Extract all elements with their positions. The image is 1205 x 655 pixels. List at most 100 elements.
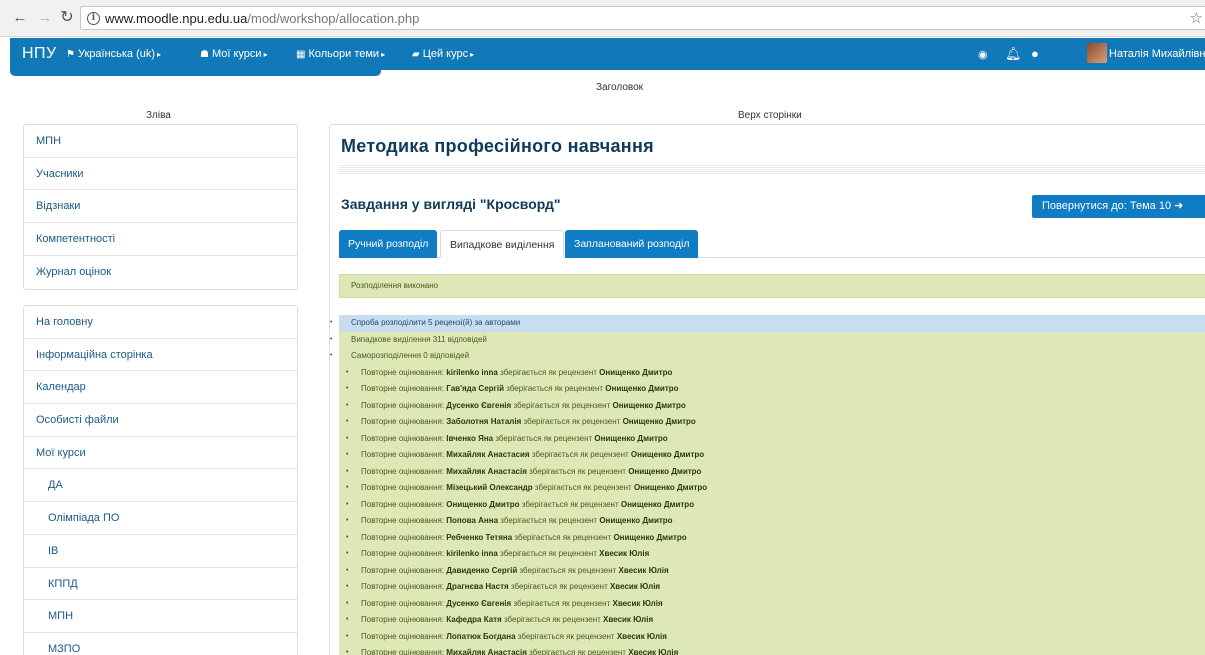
- sidebar-item-calendar[interactable]: Календар: [24, 371, 297, 405]
- log-entry-reviewer: Онищенко Дмитро: [628, 466, 702, 476]
- sidebar-item-info-page[interactable]: Інформаційна сторінка: [24, 339, 297, 372]
- bullet-icon: •: [346, 451, 349, 458]
- log-entry: • Повторне оцінювання: Мізецький Олександ…: [339, 480, 1205, 497]
- log-entry-prefix: Повторне оцінювання:: [361, 582, 445, 591]
- nav-my-courses-label: Мої курси: [211, 48, 262, 60]
- sidebar-item-course-iv[interactable]: ІВ: [24, 535, 297, 568]
- reload-icon[interactable]: ↻: [59, 9, 75, 27]
- log-entry-reviewer: Онищенко Дмитро: [630, 450, 705, 459]
- book-icon: ▰: [412, 49, 420, 60]
- log-line-attempt: • Спроба розподілити 5 рецензі(й) за авто…: [330, 315, 1205, 332]
- sidebar-item-course-da[interactable]: ДА: [24, 469, 297, 503]
- title-divider: [339, 165, 1205, 174]
- bullet-icon: •: [346, 649, 349, 655]
- log-entry-reviewer: Онищенко Дмитро: [605, 384, 679, 393]
- sidebar-item-my-courses[interactable]: Мої курси: [24, 437, 297, 470]
- tab-scheduled-allocation[interactable]: Запланований розподіл: [565, 230, 699, 258]
- back-to-topic-label: Повернутися до: Тема 10: [1042, 200, 1172, 212]
- nav-language-label: Українська (uk): [77, 48, 156, 60]
- log-entry-reviewer: Хвесик Юлія: [628, 648, 679, 655]
- sidebar-item-course-mpn[interactable]: МПН: [24, 600, 297, 633]
- forward-arrow-icon[interactable]: →: [37, 9, 53, 27]
- browser-toolbar: ← → ↻ i www.moodle.npu.edu.ua/mod/worksh…: [0, 0, 1205, 37]
- nav-this-course-menu[interactable]: ▰ Цей курс ▸: [412, 48, 474, 60]
- sidebar-item-course-mzpo[interactable]: МЗПО: [24, 633, 297, 655]
- navbar-tail: [10, 70, 381, 76]
- log-entry-author: Дусенко Євгенія: [446, 400, 512, 410]
- chat-bubble-icon[interactable]: ●: [1031, 46, 1039, 61]
- flag-icon: ⚑: [66, 49, 75, 60]
- avatar[interactable]: [1087, 43, 1107, 63]
- graduation-cap-icon: ☗: [200, 49, 209, 60]
- log-line-self: • Саморозподілення 0 відповідей: [330, 348, 1205, 365]
- sidebar-item-course-olympiad[interactable]: Олімпіада ПО: [24, 502, 297, 535]
- log-entry: • Повторне оцінювання: Михайляк Анастасія…: [339, 645, 1205, 655]
- tab-random-allocation[interactable]: Випадкове виділення: [440, 230, 565, 258]
- log-entry-author: Івченко Яна: [446, 433, 494, 443]
- nav-my-courses-menu[interactable]: ☗ Мої курси ▸: [200, 48, 268, 60]
- log-entry-reviewer: Онищенко Дмитро: [633, 483, 708, 492]
- sidebar-item-mpn[interactable]: МПН: [24, 125, 297, 158]
- sidebar-item-home[interactable]: На головну: [24, 306, 297, 339]
- log-entry-author: Мізецький Олександр: [446, 483, 533, 492]
- back-arrow-icon[interactable]: ←: [12, 9, 28, 27]
- log-entry-middle: зберігається як рецензент: [513, 400, 611, 410]
- bullet-icon: •: [346, 368, 349, 376]
- sidebar-item-gradebook[interactable]: Журнал оцінок: [24, 256, 297, 289]
- log-entry-middle: зберігається як рецензент: [523, 417, 621, 426]
- region-top-label: Верх сторінки: [738, 110, 802, 121]
- url-text[interactable]: www.moodle.npu.edu.ua/mod/workshop/alloc…: [105, 11, 419, 26]
- log-entry-prefix: Повторне оцінювання:: [361, 565, 445, 575]
- info-icon[interactable]: i: [87, 12, 100, 25]
- nav-theme-colors-label: Кольори теми: [308, 48, 380, 60]
- log-entry-middle: зберігається як рецензент: [529, 466, 626, 476]
- log-entry-author: Михайляк Анастасія: [446, 466, 527, 476]
- log-entry: • Повторне оцінювання: Кафедра Катя збері…: [339, 612, 1205, 629]
- log-entry-prefix: Повторне оцінювання:: [361, 400, 445, 410]
- bookmark-star-icon[interactable]: ☆: [1190, 9, 1203, 27]
- log-entry-reviewer: Хвесик Юлія: [616, 631, 667, 641]
- bullet-icon: •: [346, 467, 349, 475]
- nav-language-menu[interactable]: ⚑ Українська (uk) ▸: [66, 48, 161, 60]
- sidebar-item-private-files[interactable]: Особисті файли: [24, 404, 297, 437]
- bullet-icon: •: [330, 335, 333, 343]
- tab-manual-allocation[interactable]: Ручний розподіл: [339, 230, 438, 258]
- log-entry-middle: зберігається як рецензент: [500, 516, 598, 525]
- address-bar[interactable]: i www.moodle.npu.edu.ua/mod/workshop/all…: [80, 6, 1205, 30]
- sidebar-item-competencies[interactable]: Компетентності: [24, 223, 297, 256]
- log-entry-reviewer: Хвесик Юлія: [599, 549, 650, 558]
- log-entry-middle: зберігається як рецензент: [513, 598, 611, 608]
- log-entry-reviewer: Онищенко Дмитро: [620, 499, 695, 509]
- log-entry: • Повторне оцінювання: Попова Анна зберіг…: [339, 513, 1205, 530]
- log-entry: • Повторне оцінювання: Давиденко Сергій з…: [339, 562, 1205, 579]
- user-menu[interactable]: Наталія Михайлівна▸: [1109, 48, 1205, 60]
- log-entry-prefix: Повторне оцінювання:: [361, 367, 445, 377]
- log-entry: • Повторне оцінювання: Ребченко Тетяна зб…: [339, 529, 1205, 546]
- top-navbar: НПУ ⚑ Українська (uk) ▸ ☗ Мої курси ▸ ▦ Кольо…: [10, 38, 1205, 70]
- log-entry-reviewer: Онищенко Дмитро: [613, 532, 687, 542]
- sidebar-item-course-kppd[interactable]: КППД: [24, 568, 297, 601]
- allocation-log: • Спроба розподілити 5 рецензі(й) за авто…: [330, 315, 1205, 655]
- site-navigation-block: На головну Інформаційна сторінка Календа…: [23, 305, 298, 655]
- log-entry-prefix: Повторне оцінювання:: [361, 483, 445, 492]
- log-entry-middle: зберігається як рецензент: [506, 384, 604, 393]
- log-entry-author: Драгнєва Настя: [446, 582, 509, 591]
- log-entry-author: Давиденко Сергій: [446, 565, 518, 575]
- sidebar-item-badges[interactable]: Відзнаки: [24, 190, 297, 224]
- sidebar-item-participants[interactable]: Учасники: [24, 158, 297, 191]
- settings-circle-icon[interactable]: ◉: [978, 48, 988, 61]
- nav-theme-colors-menu[interactable]: ▦ Кольори теми ▸: [296, 48, 385, 60]
- log-entry-middle: зберігається як рецензент: [517, 631, 615, 641]
- bullet-icon: •: [346, 583, 349, 590]
- log-entry-prefix: Повторне оцінювання:: [361, 516, 445, 525]
- brand-logo[interactable]: НПУ: [22, 45, 57, 63]
- log-entry-prefix: Повторне оцінювання:: [361, 433, 445, 443]
- log-entry-middle: зберігається як рецензент: [510, 582, 608, 591]
- log-entry: • Повторне оцінювання: Гав'яда Сергій збе…: [339, 381, 1205, 398]
- bell-icon[interactable]: 🔔︎: [1005, 46, 1022, 62]
- log-entry-middle: зберігається як рецензент: [519, 565, 617, 575]
- log-entry-reviewer: Хвесик Юлія: [603, 615, 654, 624]
- back-to-topic-button[interactable]: Повернутися до: Тема 10 ➜: [1032, 195, 1205, 218]
- caret-right-icon: ▸: [263, 50, 268, 59]
- log-entry-middle: зберігається як рецензент: [514, 532, 612, 542]
